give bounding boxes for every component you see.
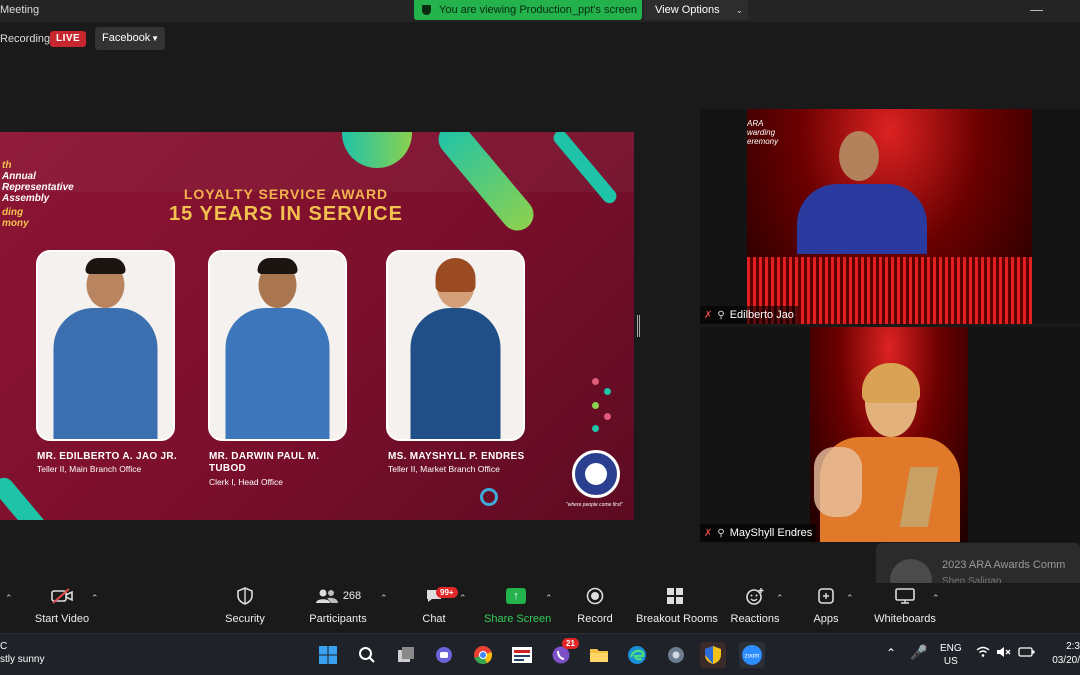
awardee-role: Clerk I, Head Office: [209, 477, 284, 487]
participant-video: ARA warding eremony: [747, 109, 1032, 324]
share-screen-icon: ↑: [484, 583, 548, 609]
apps-icon: [808, 583, 844, 609]
pin-icon: ⚲: [717, 309, 725, 321]
chat-options-caret[interactable]: ⌃: [459, 593, 467, 604]
participants-button[interactable]: 268 Participants: [305, 583, 371, 625]
teams-chat-icon[interactable]: [431, 642, 457, 668]
video-options-caret[interactable]: ⌃: [91, 593, 99, 604]
chevron-down-icon: ⌄: [735, 4, 744, 15]
microphone-icon[interactable]: 🎤: [910, 644, 927, 661]
video-tile-mayshyll[interactable]: ✗ ⚲ MayShyll Endres: [700, 327, 1080, 542]
awardee-role: Teller II, Market Branch Office: [388, 464, 500, 474]
record-button[interactable]: Record: [575, 583, 615, 625]
apps-options-caret[interactable]: ⌃: [846, 593, 854, 604]
zoom-app-icon[interactable]: zoom: [739, 642, 765, 668]
participant-label: ✗ ⚲ MayShyll Endres: [700, 524, 817, 542]
apps-button[interactable]: Apps: [808, 583, 844, 625]
wifi-icon[interactable]: [976, 646, 990, 661]
reactions-options-caret[interactable]: ⌃: [776, 593, 784, 604]
audio-options-caret[interactable]: ⌃: [5, 593, 13, 604]
platform-label: Facebook: [102, 32, 151, 44]
awardee-photo: [208, 250, 347, 441]
volume-muted-icon[interactable]: [996, 646, 1012, 661]
whiteboards-button[interactable]: Whiteboards: [872, 583, 938, 625]
meeting-toolbar: ⌃ Start Video ⌃ Security 268 Participant…: [0, 583, 1080, 633]
share-options-caret[interactable]: ⌃: [545, 593, 553, 604]
participant-label: ✗ ⚲ Edilberto Jao: [700, 306, 798, 324]
system-clock[interactable]: 2:3 03/20/: [1048, 640, 1080, 668]
video-off-icon: [32, 583, 92, 609]
record-icon: [575, 583, 615, 609]
decorative-stripe: [0, 473, 51, 520]
chrome-icon[interactable]: [470, 642, 496, 668]
security-button[interactable]: Security: [220, 583, 270, 625]
video-tile-edilberto[interactable]: ARA warding eremony ✗ ⚲ Edilberto Jao: [700, 109, 1080, 324]
windows-start-icon[interactable]: [315, 642, 341, 668]
view-options-button[interactable]: View Options ⌄: [644, 0, 748, 20]
participants-icon: 268: [305, 583, 371, 609]
share-screen-button[interactable]: ↑ Share Screen: [484, 583, 551, 625]
awardee-photo: [36, 250, 175, 441]
viewing-banner: You are viewing Production_ppt's screen: [414, 0, 642, 20]
participant-video: [810, 327, 968, 542]
participants-options-caret[interactable]: ⌃: [380, 593, 388, 604]
viber-unread-badge: 21: [562, 638, 579, 649]
input-language-indicator[interactable]: ENG US: [940, 642, 962, 668]
award-subtitle: 15 YEARS IN SERVICE: [169, 203, 403, 225]
pin-icon: ⚲: [717, 527, 725, 539]
shield-icon: [220, 583, 270, 609]
weather-widget[interactable]: C stly sunny: [0, 640, 44, 666]
livestream-platform-select[interactable]: Facebook ▼: [95, 27, 165, 50]
participants-count: 268: [342, 590, 362, 602]
caret-down-icon: ▼: [151, 34, 159, 43]
breakout-rooms-button[interactable]: Breakout Rooms: [636, 583, 718, 625]
shared-screen-slide: th Annual Representative Assembly ding m…: [0, 132, 634, 520]
svg-text:zoom: zoom: [745, 654, 760, 660]
awardee-name: MR. EDILBERTO A. JAO JR.: [37, 451, 177, 462]
start-video-button[interactable]: Start Video: [32, 583, 92, 625]
chat-unread-badge: 99+: [436, 587, 458, 598]
reactions-button[interactable]: Reactions: [730, 583, 780, 625]
minimize-icon[interactable]: —: [1030, 2, 1043, 17]
show-hidden-icons-chevron[interactable]: ⌃: [886, 646, 896, 660]
window-title: Meeting: [0, 4, 40, 16]
edge-icon[interactable]: [624, 642, 650, 668]
recording-label: Recording: [0, 33, 51, 45]
file-explorer-icon[interactable]: [586, 642, 612, 668]
news-app-icon[interactable]: [508, 642, 536, 668]
background-caption: ARA warding eremony: [747, 119, 779, 146]
task-view-icon[interactable]: [393, 642, 419, 668]
whiteboard-icon: [872, 583, 938, 609]
title-bar: Meeting You are viewing Production_ppt's…: [0, 0, 1080, 22]
breakout-rooms-icon: [636, 583, 714, 609]
security-shield-icon[interactable]: [700, 642, 726, 668]
windows-taskbar: C stly sunny 21 zoom ⌃ 🎤 ENG US 2:3 03/2…: [0, 633, 1080, 675]
logo-tagline: "where people come first": [566, 502, 623, 508]
live-badge: LIVE: [50, 31, 87, 47]
decorative-ring: [480, 488, 498, 506]
settings-gear-icon[interactable]: [663, 642, 689, 668]
awardee-name: MS. MAYSHYLL P. ENDRES: [388, 451, 525, 462]
battery-icon[interactable]: [1018, 646, 1036, 661]
search-icon[interactable]: [354, 642, 380, 668]
panel-resize-handle[interactable]: [637, 315, 640, 337]
award-title: LOYALTY SERVICE AWARD: [183, 186, 389, 202]
mic-muted-icon: ✗: [704, 309, 713, 321]
whiteboards-options-caret[interactable]: ⌃: [932, 593, 940, 604]
mic-muted-icon: ✗: [704, 527, 713, 539]
cooperative-logo: [572, 450, 620, 498]
viewing-text: You are viewing Production_ppt's screen: [439, 4, 637, 16]
awardee-role: Teller II, Main Branch Office: [37, 464, 142, 474]
smiley-icon: [730, 583, 780, 609]
awardee-name: MR. DARWIN PAUL M. TUBOD: [209, 451, 320, 474]
awardee-photo: [386, 250, 525, 441]
shield-icon: [422, 5, 431, 15]
view-options-label: View Options: [655, 4, 720, 16]
notification-title: 2023 ARA Awards Comm: [942, 559, 1066, 571]
